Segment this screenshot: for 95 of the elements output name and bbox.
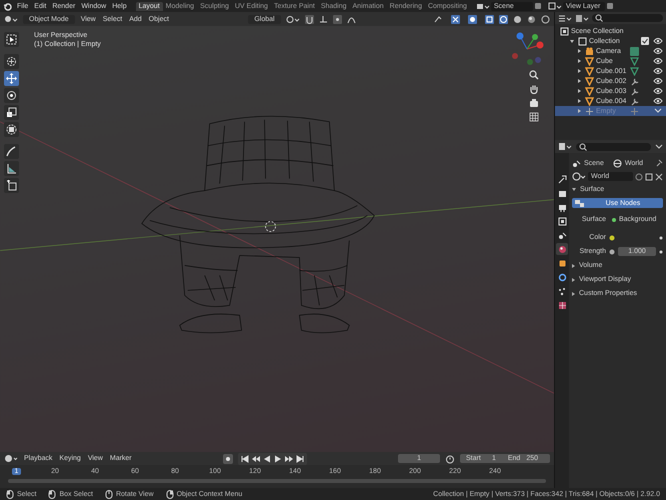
disclosure-triangle[interactable] xyxy=(578,89,581,93)
wireframe-shading-icon[interactable] xyxy=(499,14,508,24)
xray-icon[interactable] xyxy=(485,14,494,24)
eye-icon[interactable] xyxy=(653,37,663,45)
mouse-icon xyxy=(6,490,14,498)
search-field[interactable] xyxy=(592,14,663,22)
world-icon xyxy=(612,158,622,168)
tool-icon[interactable] xyxy=(558,174,566,184)
disclosure-triangle[interactable] xyxy=(578,109,581,113)
fake-user-icon[interactable] xyxy=(635,172,643,180)
output-icon[interactable] xyxy=(558,202,566,212)
wrench-icon[interactable] xyxy=(630,86,640,96)
move-icon[interactable] xyxy=(6,73,17,84)
disclosure-triangle[interactable] xyxy=(572,278,575,282)
texture-icon[interactable] xyxy=(558,300,566,310)
properties-icon[interactable] xyxy=(558,142,572,151)
camera-icon[interactable] xyxy=(529,98,539,108)
material-shading-icon[interactable] xyxy=(527,14,536,24)
world-icon[interactable] xyxy=(558,244,566,254)
mouse-icon xyxy=(166,490,174,498)
clock-icon[interactable] xyxy=(4,454,18,463)
modifier-icon[interactable] xyxy=(558,272,566,282)
collection-icon xyxy=(578,36,587,46)
scene-collection-icon xyxy=(560,26,569,36)
grid-icon[interactable] xyxy=(529,112,539,122)
node-icon xyxy=(575,199,584,207)
checkbox-icon[interactable] xyxy=(641,37,649,45)
snap-icon[interactable] xyxy=(318,14,328,24)
eye-icon[interactable] xyxy=(653,87,663,95)
disclosure-triangle[interactable] xyxy=(572,264,575,268)
rendered-shading-icon[interactable] xyxy=(541,14,550,24)
proportional-icon[interactable] xyxy=(332,14,342,24)
disclosure-triangle[interactable] xyxy=(570,40,574,42)
world-browse-icon[interactable] xyxy=(572,172,586,181)
socket-dot-icon xyxy=(609,248,615,254)
empty-object-marker xyxy=(265,221,276,232)
scene-icon[interactable] xyxy=(476,2,490,10)
unlink-icon[interactable] xyxy=(655,172,663,180)
display-mode-icon[interactable] xyxy=(575,14,589,22)
eye-icon[interactable] xyxy=(653,67,663,75)
axis-gizmo-icon[interactable] xyxy=(510,32,544,66)
disclosure-triangle[interactable] xyxy=(578,49,581,53)
add-cube-icon[interactable] xyxy=(6,180,17,191)
dropdown-caret-icon[interactable] xyxy=(653,107,663,115)
disclosure-triangle[interactable] xyxy=(578,79,581,83)
disclosure-triangle[interactable] xyxy=(572,188,576,191)
eye-icon[interactable] xyxy=(653,47,663,55)
layers-icon[interactable] xyxy=(548,2,562,10)
socket-dot-icon xyxy=(609,234,615,240)
disclosure-triangle[interactable] xyxy=(572,292,575,296)
render-icon[interactable] xyxy=(558,188,566,198)
pivot-icon[interactable] xyxy=(286,14,300,24)
camera-object-icon xyxy=(585,46,594,56)
search-field[interactable] xyxy=(576,142,651,150)
rotate-icon[interactable] xyxy=(6,90,17,101)
annotate-icon[interactable] xyxy=(6,146,17,157)
editor-type-icon[interactable] xyxy=(4,14,18,24)
outliner-icon[interactable] xyxy=(558,14,572,22)
falloff-icon[interactable] xyxy=(346,14,356,24)
scene-props-icon[interactable] xyxy=(558,230,566,240)
eye-icon[interactable] xyxy=(653,57,663,65)
eye-icon[interactable] xyxy=(653,77,663,85)
cursor-icon[interactable] xyxy=(6,56,17,67)
measure-icon[interactable] xyxy=(6,163,17,174)
hand-icon[interactable] xyxy=(529,84,539,94)
disclosure-triangle[interactable] xyxy=(578,69,581,73)
disclosure-triangle[interactable] xyxy=(578,99,581,103)
camera-data-icon[interactable] xyxy=(630,46,639,56)
zoom-icon[interactable] xyxy=(529,70,539,80)
object-icon[interactable] xyxy=(558,258,566,268)
keyframe-dot-icon[interactable] xyxy=(659,250,663,254)
record-icon[interactable] xyxy=(223,454,234,464)
transform-icon[interactable] xyxy=(6,124,17,135)
wrench-icon[interactable] xyxy=(630,76,640,86)
stopwatch-icon[interactable] xyxy=(445,454,456,464)
disclosure-triangle[interactable] xyxy=(578,59,581,63)
duplicate-icon[interactable] xyxy=(645,172,653,180)
mouse-icon xyxy=(104,490,113,498)
particles-icon[interactable] xyxy=(558,286,566,296)
solid-shading-icon[interactable] xyxy=(513,14,522,24)
copy-icon[interactable] xyxy=(534,2,542,10)
magnet-icon[interactable] xyxy=(304,14,314,24)
scale-icon[interactable] xyxy=(6,107,17,118)
search-icon xyxy=(595,14,603,22)
blender-logo-icon[interactable] xyxy=(3,2,12,10)
copy-icon[interactable] xyxy=(606,2,614,10)
mouse-icon xyxy=(48,490,56,498)
options-caret-icon[interactable] xyxy=(655,142,663,150)
select-box-icon[interactable] xyxy=(6,34,17,45)
keyframe-dot-icon[interactable] xyxy=(659,236,663,240)
scene-props-icon xyxy=(572,158,581,168)
wrench-icon[interactable] xyxy=(630,96,640,106)
view-layer-icon[interactable] xyxy=(558,216,566,226)
search-icon xyxy=(579,142,587,150)
eye-icon[interactable] xyxy=(653,97,663,105)
